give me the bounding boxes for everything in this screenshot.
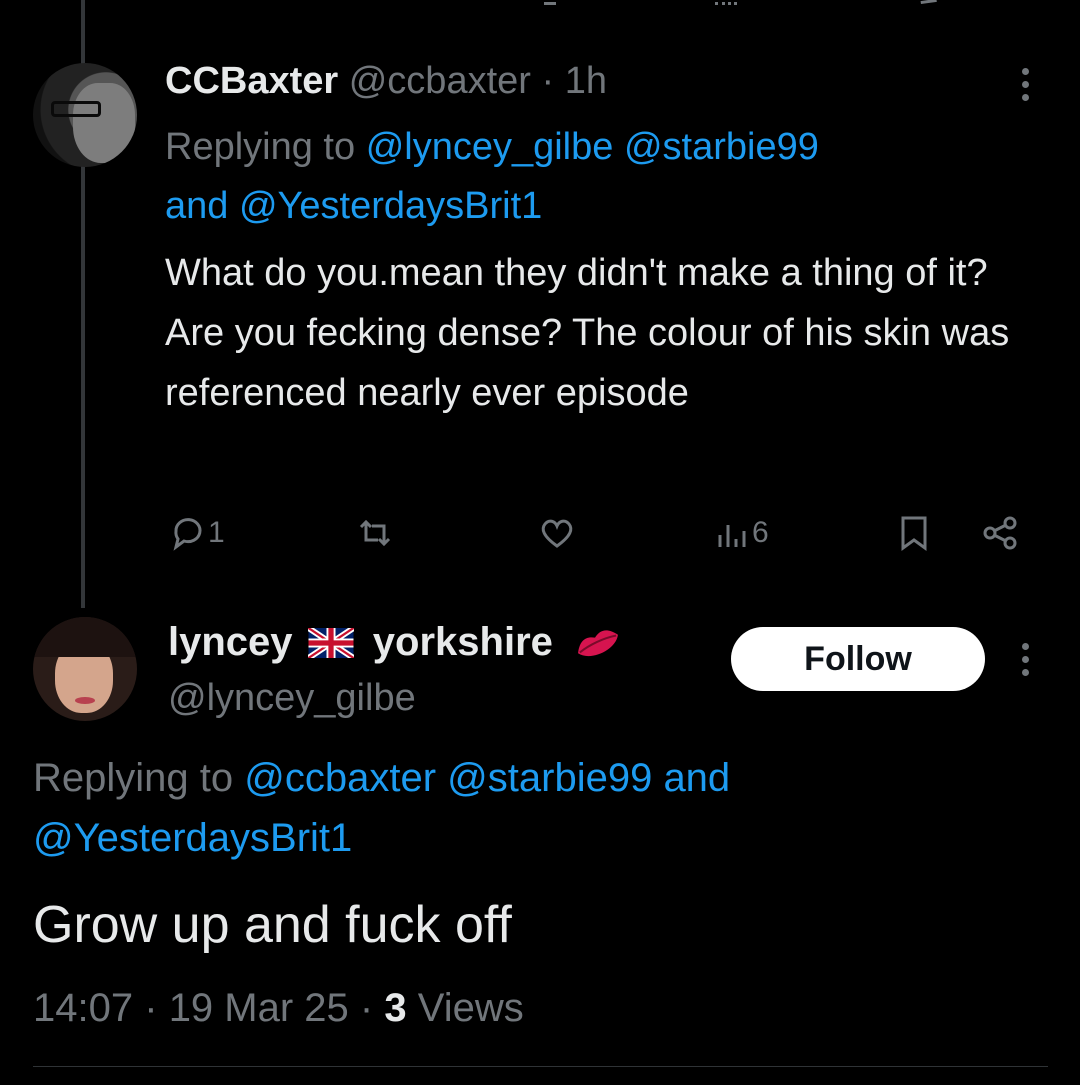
date[interactable]: 19 Mar 25 — [169, 986, 349, 1030]
avatar-face — [73, 83, 135, 163]
tweet-text: What do you.mean they didn't make a thin… — [165, 252, 1010, 414]
reply-icon — [173, 518, 202, 551]
divider — [33, 1066, 1048, 1067]
reply-count: 1 — [208, 516, 225, 549]
replying-label: Replying to — [33, 756, 234, 800]
separator: · — [541, 60, 555, 102]
timestamp[interactable]: 14:07 — [33, 986, 133, 1030]
views-count: 3 — [384, 986, 407, 1030]
heart-icon — [541, 519, 573, 548]
bookmark-button[interactable] — [894, 508, 934, 558]
partial-icon — [919, 0, 937, 5]
top-action-remnants — [0, 0, 1080, 14]
reply-and[interactable]: and — [165, 185, 228, 227]
views-count: 6 — [752, 516, 769, 549]
replying-to: Replying to @lyncey_gilbe @starbie99 and… — [165, 118, 1015, 236]
tweet-actions: 1 6 — [0, 508, 1080, 558]
separator: · — [359, 986, 374, 1030]
mention-link[interactable]: @YesterdaysBrit1 — [33, 816, 352, 860]
tweet-text: Grow up and fuck off — [33, 896, 512, 954]
display-name[interactable]: lyncey yorkshire — [168, 618, 622, 666]
bookmark-icon — [901, 516, 927, 551]
more-icon[interactable] — [1022, 68, 1032, 107]
tweet-meta: 14:07 · 19 Mar 25 · 3 Views — [33, 983, 524, 1033]
like-button[interactable] — [537, 508, 577, 558]
retweet-icon — [359, 519, 391, 547]
uk-flag-icon — [307, 628, 354, 658]
mention-link[interactable]: @starbie99 — [447, 756, 652, 800]
tweet1-header: CCBaxter @ccbaxter · 1h — [165, 58, 607, 104]
views-icon — [718, 525, 746, 547]
display-name-part: lyncey — [168, 620, 293, 664]
mention-link[interactable]: @ccbaxter — [244, 756, 436, 800]
retweet-button[interactable] — [355, 508, 395, 558]
avatar-lyncey[interactable] — [33, 617, 137, 721]
partial-icon — [715, 2, 737, 9]
timestamp[interactable]: 1h — [565, 60, 607, 102]
separator: · — [144, 986, 158, 1030]
replying-label: Replying to — [165, 126, 356, 168]
avatar-glasses — [51, 101, 101, 117]
mention-link[interactable]: @starbie99 — [624, 126, 819, 168]
share-icon — [983, 516, 1017, 550]
more-icon[interactable] — [1022, 643, 1032, 682]
partial-icon — [544, 0, 556, 5]
reply-and[interactable]: and — [663, 756, 730, 800]
avatar-ccbaxter[interactable] — [33, 63, 137, 167]
handle[interactable]: @ccbaxter — [349, 60, 531, 102]
mention-link[interactable]: @lyncey_gilbe — [366, 126, 614, 168]
views-button[interactable]: 6 — [712, 508, 769, 558]
views-label: Views — [417, 986, 524, 1030]
mention-link[interactable]: @YesterdaysBrit1 — [239, 185, 542, 227]
avatar-hair — [33, 617, 137, 657]
display-name[interactable]: CCBaxter — [165, 60, 338, 102]
reply-button[interactable]: 1 — [168, 508, 225, 558]
follow-button[interactable]: Follow — [731, 627, 985, 691]
handle[interactable]: @lyncey_gilbe — [168, 675, 416, 721]
avatar-lips — [75, 697, 95, 704]
display-name-part: yorkshire — [372, 620, 553, 664]
share-button[interactable] — [980, 508, 1020, 558]
lips-icon — [578, 630, 618, 657]
replying-to: Replying to @ccbaxter @starbie99 and @Ye… — [33, 748, 1033, 868]
